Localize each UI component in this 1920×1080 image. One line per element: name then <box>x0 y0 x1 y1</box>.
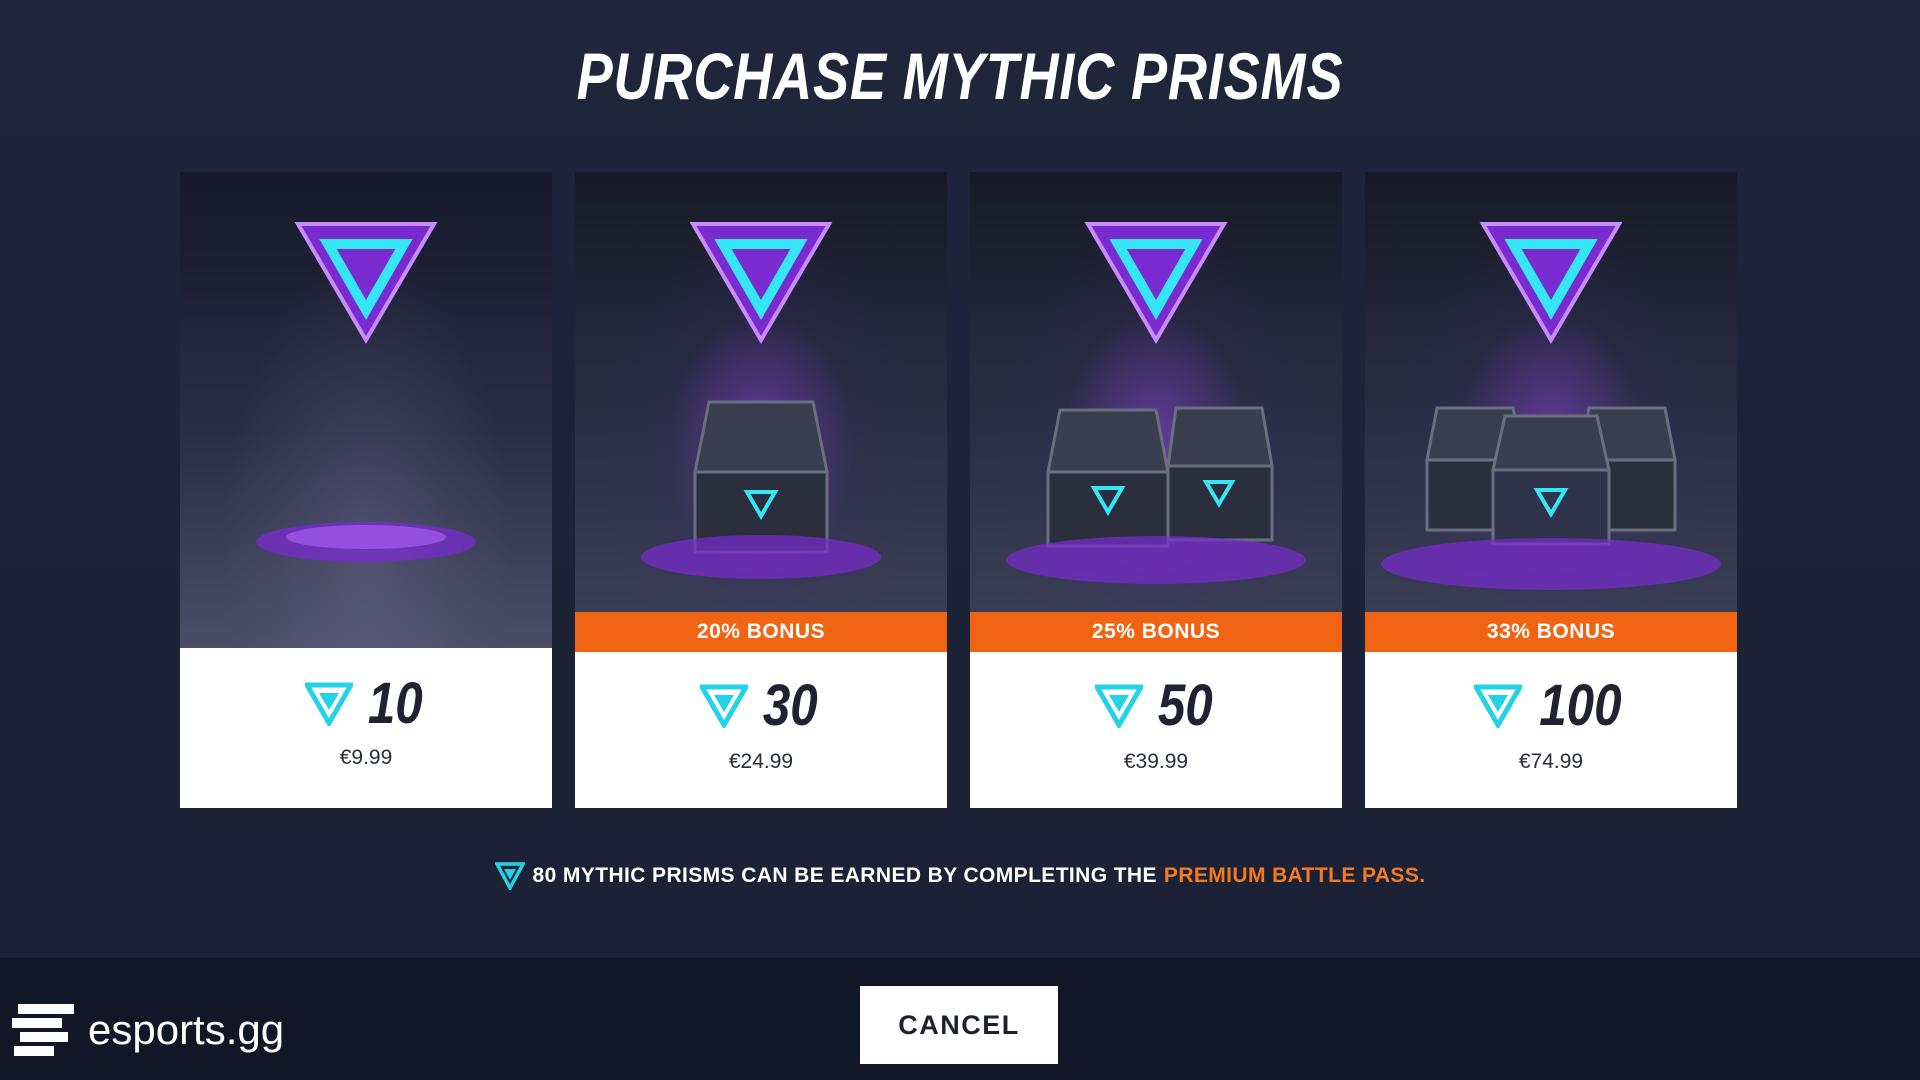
offer-art <box>1365 172 1737 612</box>
chest-image <box>641 222 881 579</box>
battle-pass-note: 80 MYTHIC PRISMS CAN BE EARNED BY COMPLE… <box>0 862 1920 890</box>
offer-card-100[interactable]: 33% BONUS 100 €74.99 <box>1365 172 1737 808</box>
offer-cards: 10 €9.99 20% BONUS 30 €24.99 25% BONUS 5… <box>180 172 1740 808</box>
mythic-prism-icon <box>1473 684 1522 728</box>
offer-amount: 100 <box>1538 673 1622 738</box>
offer-art <box>970 172 1342 612</box>
offer-card-10[interactable]: 10 €9.99 <box>180 172 552 808</box>
bonus-badge: 33% BONUS <box>1365 612 1737 652</box>
prism-pile-image <box>256 222 476 562</box>
purchase-screen: PURCHASE MYTHIC PRISMS 10 €9.99 20% BONU… <box>0 0 1920 1080</box>
mythic-prism-icon <box>304 682 353 726</box>
chest-image <box>1006 222 1306 584</box>
offer-amount: 10 <box>367 671 423 736</box>
offer-amount-row: 10 <box>180 670 552 737</box>
cancel-button[interactable]: CANCEL <box>860 986 1058 1064</box>
premium-battle-pass-link[interactable]: PREMIUM BATTLE PASS. <box>1164 864 1426 888</box>
mythic-prism-icon <box>494 862 525 890</box>
bonus-badge: 25% BONUS <box>970 612 1342 652</box>
bonus-badge: 20% BONUS <box>575 612 947 652</box>
mythic-prism-icon <box>699 684 748 728</box>
offer-amount-row: 100 <box>1365 672 1737 739</box>
note-text: 80 MYTHIC PRISMS CAN BE EARNED BY COMPLE… <box>532 864 1157 887</box>
offer-art <box>180 172 552 648</box>
watermark-text: esports.gg <box>88 1006 285 1053</box>
large-prism-icon <box>1084 222 1228 344</box>
page-title: PURCHASE MYTHIC PRISMS <box>576 39 1344 113</box>
offer-amount: 30 <box>762 673 818 738</box>
large-prism-icon <box>294 222 438 344</box>
offer-price: €74.99 <box>1518 750 1584 773</box>
offer-amount-row: 30 <box>575 672 947 739</box>
offer-amount-row: 50 <box>970 672 1342 739</box>
chest-image <box>1381 222 1721 590</box>
offer-card-30[interactable]: 20% BONUS 30 €24.99 <box>575 172 947 808</box>
mythic-prism-icon <box>1094 684 1143 728</box>
offer-price: €24.99 <box>728 750 794 773</box>
large-prism-icon <box>1479 222 1623 344</box>
large-prism-icon <box>689 222 833 344</box>
esports-gg-logo-icon <box>12 1004 74 1056</box>
offer-art <box>575 172 947 612</box>
offer-price: €39.99 <box>1123 750 1189 773</box>
offer-amount: 50 <box>1157 673 1213 738</box>
esports-gg-watermark: esports.gg <box>12 1002 284 1058</box>
offer-card-50[interactable]: 25% BONUS 50 €39.99 <box>970 172 1342 808</box>
offer-price: €9.99 <box>339 746 393 769</box>
